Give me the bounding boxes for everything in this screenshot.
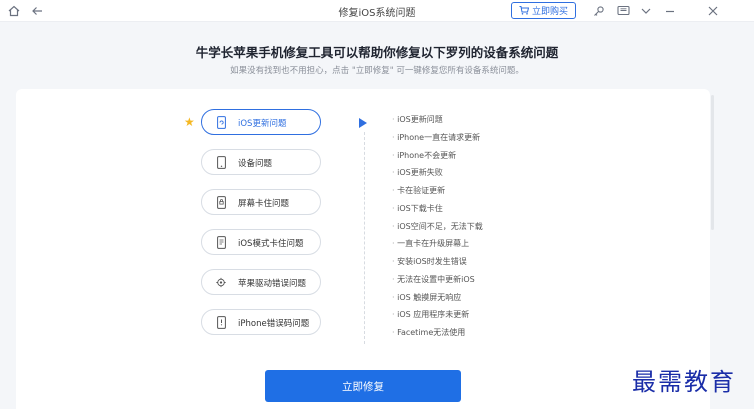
category-label: iPhone错误码问题 <box>238 319 310 329</box>
category-iphone-error-code[interactable]: iPhone错误码问题 <box>201 309 321 335</box>
issue-item: 一直卡在升级屏幕上 <box>392 238 469 249</box>
category-device[interactable]: 设备问题 <box>201 149 321 175</box>
key-icon[interactable] <box>591 3 607 19</box>
fix-now-button[interactable]: 立即修复 <box>265 370 461 402</box>
divider <box>364 132 365 344</box>
issue-item: 无法在设置中更新iOS <box>392 274 475 285</box>
phone-error-icon <box>216 316 226 329</box>
category-label: 屏幕卡住问题 <box>238 199 290 209</box>
page-subline: 如果没有找到也不用担心，点击 "立即修复" 可一键修复您所有设备系统问题。 <box>230 66 524 76</box>
issue-item: 安装iOS时发生错误 <box>392 256 467 267</box>
category-label: 苹果驱动错误问题 <box>238 279 307 289</box>
issue-item: iOS 触摸屏无响应 <box>392 292 461 303</box>
star-icon: ★ <box>184 115 195 129</box>
category-ios-mode-stuck[interactable]: iOS模式卡住问题 <box>201 229 321 255</box>
issue-item: iOS 应用程序未更新 <box>392 309 469 320</box>
phone-refresh-icon <box>216 116 226 129</box>
phone-lock-icon <box>216 196 226 209</box>
issue-item: iOS更新问题 <box>392 114 443 125</box>
title-bar: 修复iOS系统问题 立即购买 <box>0 0 754 22</box>
category-ios-update[interactable]: iOS更新问题 <box>201 109 321 135</box>
selected-arrow-icon <box>359 118 367 128</box>
issue-item: 卡在验证更新 <box>392 185 445 196</box>
close-icon[interactable] <box>705 3 721 19</box>
issue-item: iPhone不会更新 <box>392 150 456 161</box>
issue-item: iOS下载卡住 <box>392 203 443 214</box>
feedback-icon[interactable] <box>615 3 631 19</box>
minimize-icon[interactable] <box>662 3 678 19</box>
phone-mode-icon <box>216 236 226 249</box>
issue-item: iOS更新失败 <box>392 167 443 178</box>
page-headline: 牛学长苹果手机修复工具可以帮助你修复以下罗列的设备系统问题 <box>195 45 559 60</box>
buy-now-button[interactable]: 立即购买 <box>511 2 576 19</box>
category-label: iOS模式卡住问题 <box>238 239 304 249</box>
category-label: 设备问题 <box>238 159 273 169</box>
cart-icon <box>519 6 529 15</box>
issues-panel <box>16 89 710 409</box>
category-screen-stuck[interactable]: 屏幕卡住问题 <box>201 189 321 215</box>
buy-now-label: 立即购买 <box>531 7 568 17</box>
issue-item: iOS空间不足，无法下载 <box>392 221 483 232</box>
issue-item: Facetime无法使用 <box>392 327 465 338</box>
category-driver-error[interactable]: 苹果驱动错误问题 <box>201 269 321 295</box>
scrollbar-thumb[interactable] <box>711 95 714 230</box>
issue-item: iPhone一直在请求更新 <box>392 132 480 143</box>
chevron-down-icon[interactable] <box>638 3 654 19</box>
watermark: 最需教育 <box>632 368 736 396</box>
category-label: iOS更新问题 <box>238 119 287 129</box>
gear-icon <box>216 276 226 289</box>
phone-icon <box>216 156 226 169</box>
